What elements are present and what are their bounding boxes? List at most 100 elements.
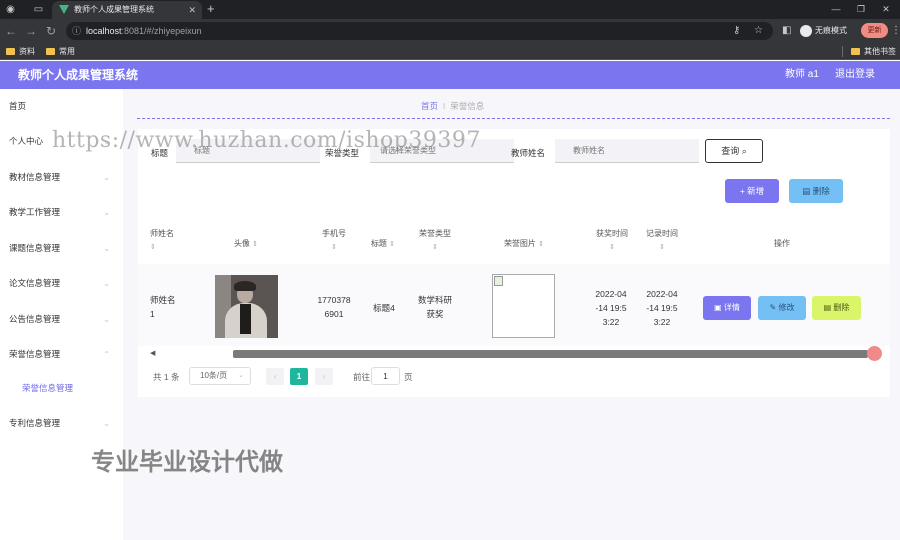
key-icon[interactable]: ⚷ bbox=[733, 22, 740, 40]
cell-type: 数学科研 获奖 bbox=[417, 295, 452, 319]
sidebar-item-label: 个人中心 bbox=[9, 136, 44, 146]
minimize-icon[interactable]: — bbox=[826, 0, 846, 19]
column-header-image[interactable]: 荣誉图片 ⇕ bbox=[491, 237, 557, 251]
sort-icon[interactable]: ⇕ bbox=[389, 241, 395, 248]
pagination-total: 共 1 条 bbox=[153, 372, 180, 382]
page-number-1[interactable]: 1 bbox=[290, 368, 308, 385]
tab-search-icon[interactable]: ▭ bbox=[32, 3, 45, 16]
breadcrumb-current: 荣誉信息 bbox=[450, 101, 485, 111]
column-header-award-time[interactable]: 获奖时间 ⇕ bbox=[589, 227, 635, 254]
sort-icon[interactable]: ⇕ bbox=[432, 244, 438, 251]
cell-title: 标题4 bbox=[373, 303, 395, 313]
add-button-label: 新增 bbox=[747, 186, 765, 196]
search-icon: ⌕ bbox=[741, 146, 747, 156]
column-header-teacher[interactable]: 师姓名 ⇕ bbox=[150, 227, 178, 254]
url-path: :8081/#/zhiyepeixun bbox=[121, 26, 202, 36]
edit-button[interactable]: ✎ 修改 bbox=[758, 296, 806, 320]
sidebar-subitem-honors-manage[interactable]: 荣誉信息管理 bbox=[0, 371, 123, 406]
sort-icon[interactable]: ⇕ bbox=[331, 244, 337, 251]
detail-button[interactable]: ▣ 详情 bbox=[703, 296, 751, 320]
new-tab-icon[interactable]: + bbox=[207, 0, 215, 18]
batch-delete-button[interactable]: ▤ 删除 bbox=[789, 179, 843, 203]
cell-award-time: 2022-04 -14 19:5 3:22 bbox=[595, 289, 627, 327]
sort-icon[interactable]: ⇕ bbox=[252, 241, 258, 248]
sidebar-item-textbooks[interactable]: 教材信息管理 ⌄ bbox=[0, 160, 123, 195]
breadcrumb-home[interactable]: 首页 bbox=[421, 101, 438, 111]
side-panel-icon[interactable]: ◧ bbox=[782, 23, 791, 39]
sidebar-item-notices[interactable]: 公告信息管理 ⌄ bbox=[0, 302, 123, 337]
browser-menu-icon[interactable]: ◉ bbox=[4, 3, 17, 16]
incognito-indicator[interactable]: 无痕模式 bbox=[800, 23, 847, 39]
other-bookmarks[interactable]: 其他书签 bbox=[851, 44, 896, 59]
teacher-filter-input[interactable] bbox=[555, 139, 699, 163]
column-header-label: 获奖时间 bbox=[596, 229, 628, 238]
bookmark-star-icon[interactable]: ☆ bbox=[754, 22, 763, 40]
sidebar-item-papers[interactable]: 论文信息管理 ⌄ bbox=[0, 266, 123, 301]
delete-row-button-label: 删除 bbox=[833, 303, 850, 312]
sidebar-item-label: 公告信息管理 bbox=[9, 314, 61, 324]
chevron-left-icon: ‹ bbox=[273, 372, 277, 381]
reload-icon[interactable]: ↻ bbox=[43, 23, 59, 39]
browser-more-icon[interactable]: ⋮ bbox=[891, 23, 900, 39]
sidebar-item-home[interactable]: 首页 bbox=[0, 89, 123, 124]
back-icon[interactable]: ← bbox=[3, 23, 19, 39]
next-page-button[interactable]: › bbox=[315, 368, 333, 385]
restore-icon[interactable]: ❐ bbox=[851, 0, 871, 19]
chevron-down-icon: ⌄ bbox=[103, 419, 110, 428]
sort-icon[interactable]: ⇕ bbox=[150, 244, 156, 251]
column-header-title[interactable]: 标题 ⇕ bbox=[365, 237, 401, 251]
query-button[interactable]: 查询 ⌕ bbox=[705, 139, 763, 163]
add-button[interactable]: + 新增 bbox=[725, 179, 779, 203]
column-header-avatar[interactable]: 头像 ⇕ bbox=[218, 237, 274, 251]
page-size-select[interactable]: 10条/页 ⌄ bbox=[189, 367, 251, 385]
column-header-label: 记录时间 bbox=[646, 229, 678, 238]
sidebar-item-label: 教学工作管理 bbox=[9, 207, 61, 217]
delete-row-button[interactable]: ▤ 删除 bbox=[812, 296, 861, 320]
browser-tab-bar: ◉ ▭ 教师个人成果管理系统 ✕ + — ❐ ✕ bbox=[0, 0, 900, 19]
logout-link[interactable]: 退出登录 bbox=[835, 61, 875, 89]
edit-button-label: 修改 bbox=[778, 303, 795, 312]
cell-teacher: 师姓名 1 bbox=[150, 295, 176, 319]
prev-page-button[interactable]: ‹ bbox=[266, 368, 284, 385]
bookmark-folder-1[interactable]: 资料 bbox=[6, 44, 35, 59]
sidebar-item-label: 教材信息管理 bbox=[9, 172, 61, 182]
goto-suffix: 页 bbox=[404, 372, 413, 382]
browser-tab-active[interactable]: 教师个人成果管理系统 ✕ bbox=[52, 1, 202, 19]
close-tab-icon[interactable]: ✕ bbox=[188, 1, 196, 19]
breadcrumb: 首页 ǀ 荣誉信息 bbox=[421, 100, 484, 112]
sidebar-item-honors[interactable]: 荣誉信息管理 ⌃ bbox=[0, 337, 123, 372]
watermark-url: https://www.huzhan.com/ishop39397 bbox=[52, 128, 481, 153]
column-header-label: 头像 bbox=[233, 239, 250, 248]
tab-title: 教师个人成果管理系统 bbox=[74, 5, 154, 14]
column-header-record-time[interactable]: 记录时间 ⇕ bbox=[639, 227, 685, 254]
table-horizontal-scrollbar[interactable]: ◀ bbox=[150, 346, 882, 361]
query-button-label: 查询 bbox=[721, 146, 740, 156]
close-window-icon[interactable]: ✕ bbox=[876, 0, 896, 19]
scrollbar-thumb[interactable] bbox=[233, 350, 868, 358]
sidebar-item-teaching[interactable]: 教学工作管理 ⌄ bbox=[0, 195, 123, 230]
cell-avatar-image bbox=[215, 275, 278, 338]
column-header-actions: 操作 bbox=[774, 239, 790, 248]
sidebar-item-label: 专利信息管理 bbox=[9, 418, 61, 428]
trash-icon: ▤ bbox=[802, 186, 813, 196]
forward-icon[interactable]: → bbox=[23, 23, 39, 39]
goto-label: 前往 bbox=[353, 372, 371, 382]
address-bar[interactable]: ⓘ localhost:8081/#/zhiyepeixun ⚷ ☆ bbox=[66, 22, 773, 40]
column-header-type[interactable]: 荣誉类型 ⇕ bbox=[413, 227, 457, 254]
goto-page-input[interactable] bbox=[371, 367, 400, 385]
column-header-phone[interactable]: 手机号 ⇕ bbox=[311, 227, 357, 254]
bookmark-folder-2[interactable]: 常用 bbox=[46, 44, 75, 59]
scroll-left-icon[interactable]: ◀ bbox=[150, 349, 155, 358]
sidebar-item-projects[interactable]: 课题信息管理 ⌄ bbox=[0, 231, 123, 266]
detail-icon: ▣ bbox=[714, 303, 724, 312]
sort-icon[interactable]: ⇕ bbox=[538, 241, 544, 248]
incognito-icon bbox=[800, 24, 812, 37]
sort-icon[interactable]: ⇕ bbox=[659, 244, 665, 251]
sidebar-item-patents[interactable]: 专利信息管理 ⌄ bbox=[0, 406, 123, 441]
teacher-filter-label: 教师姓名 bbox=[511, 148, 546, 158]
sort-icon[interactable]: ⇕ bbox=[609, 244, 615, 251]
update-button[interactable]: 更新 bbox=[861, 23, 888, 38]
trash-icon: ▤ bbox=[823, 303, 834, 312]
cell-record-time: 2022-04 -14 19:5 3:22 bbox=[646, 289, 678, 327]
site-info-icon[interactable]: ⓘ bbox=[72, 22, 81, 40]
